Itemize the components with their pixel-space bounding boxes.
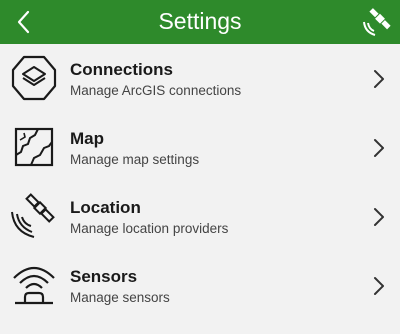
chevron-right-icon xyxy=(374,277,384,295)
settings-screen: Settings Connections Manage ArcGIS conne… xyxy=(0,0,400,334)
chevron-right-icon xyxy=(374,139,384,157)
top-bar: Settings xyxy=(0,0,400,44)
map-item[interactable]: Map Manage map settings xyxy=(0,113,400,182)
page-title: Settings xyxy=(158,8,242,34)
layers-icon xyxy=(8,51,60,105)
satellite-icon xyxy=(363,8,391,36)
item-description: Manage location providers xyxy=(70,221,229,236)
item-description: Manage sensors xyxy=(70,290,170,305)
chevron-right-icon xyxy=(374,70,384,88)
sensors-item[interactable]: Sensors Manage sensors xyxy=(0,251,400,320)
item-label: Connections xyxy=(70,60,173,79)
settings-list: Connections Manage ArcGIS connections Ma… xyxy=(0,44,400,320)
map-icon xyxy=(8,120,60,174)
chevron-right-icon xyxy=(374,208,384,226)
satellite-icon xyxy=(8,189,60,243)
location-item[interactable]: Location Manage location providers xyxy=(0,182,400,251)
location-status-button[interactable] xyxy=(358,2,396,42)
item-label: Map xyxy=(70,129,104,148)
connections-item[interactable]: Connections Manage ArcGIS connections xyxy=(0,44,400,113)
item-description: Manage ArcGIS connections xyxy=(70,83,242,98)
sensor-icon xyxy=(8,258,60,312)
item-description: Manage map settings xyxy=(70,152,200,167)
item-label: Location xyxy=(70,198,141,217)
item-label: Sensors xyxy=(70,267,138,286)
